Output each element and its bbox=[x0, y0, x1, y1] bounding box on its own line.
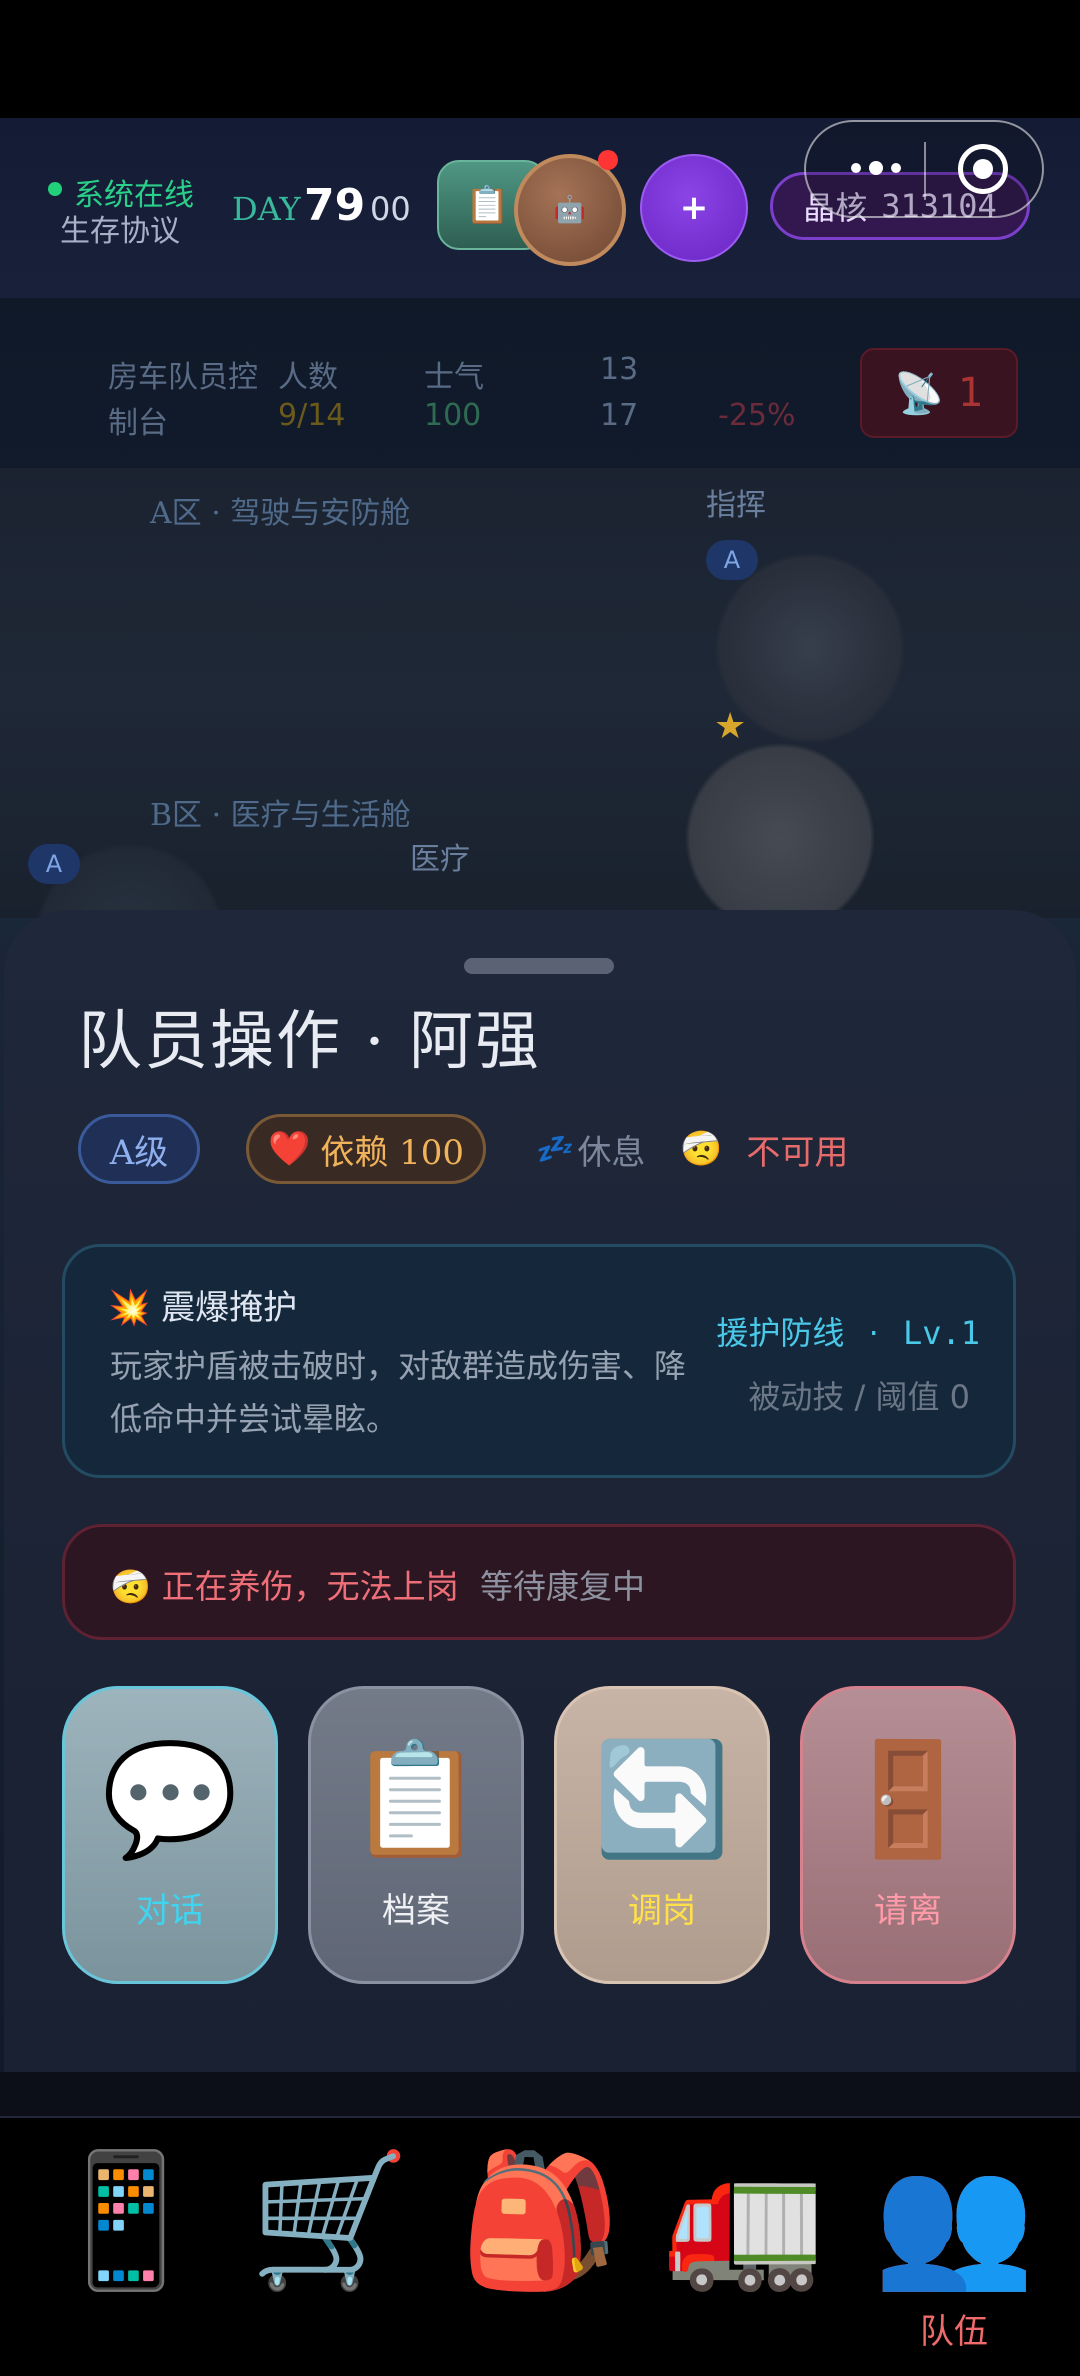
bg-count-label: 人数 bbox=[278, 360, 338, 395]
sheet-title: 队员操作 · 阿强 bbox=[78, 1005, 542, 1079]
zone-b-label: B区 · 医疗与生活舱 bbox=[150, 798, 411, 833]
capsule-divider bbox=[924, 142, 926, 200]
skill-line-dot: · bbox=[868, 1314, 879, 1352]
miniprogram-capsule bbox=[804, 120, 1044, 218]
grade-badge-command: A bbox=[706, 540, 758, 580]
star-icon: ★ bbox=[714, 706, 747, 747]
skill-line: 援护防线 · Lv.1 bbox=[716, 1308, 980, 1354]
backpack-icon: 🎒 bbox=[459, 2144, 621, 2296]
skill-line-name: 援护防线 bbox=[716, 1314, 845, 1352]
trust-badge: ❤️ 依赖 100 bbox=[246, 1114, 486, 1184]
bg-modifier: -25% bbox=[718, 398, 796, 433]
more-menu-icon[interactable] bbox=[836, 148, 916, 188]
skill-passive: 被动技 / 阈值 0 bbox=[748, 1378, 970, 1416]
zone-a-label: A区 · 驾驶与安防舱 bbox=[150, 496, 411, 531]
shopping-cart-icon: 🛒 bbox=[249, 2144, 411, 2296]
rest-status: 💤 休息 bbox=[534, 1124, 645, 1174]
skill-description: 玩家护盾被击破时，对敌群造成伤害、降低命中并尝试晕眩。 bbox=[110, 1347, 687, 1438]
profile-button[interactable]: 📋 档案 bbox=[308, 1686, 524, 1984]
injury-warning: 🤕 正在养伤，无法上岗 bbox=[110, 1560, 459, 1608]
clipboard-icon: 📋 bbox=[347, 1735, 485, 1863]
day-number: 79 bbox=[304, 180, 366, 231]
speech-bubble-icon: 💬 bbox=[101, 1735, 239, 1863]
add-button[interactable]: + bbox=[640, 154, 748, 262]
nav-vehicle[interactable]: 🚛 bbox=[654, 2140, 834, 2340]
injury-warning-sub: 等待康复中 bbox=[480, 1567, 645, 1606]
door-icon: 🚪 bbox=[839, 1735, 977, 1863]
radio-button[interactable]: 📡 1 bbox=[860, 348, 1018, 438]
swap-arrows-icon: 🔄 bbox=[593, 1735, 731, 1863]
clipboard-icon: 📋 bbox=[465, 185, 510, 226]
grade-badge: A级 bbox=[78, 1114, 200, 1184]
unavailable-status: 🤕 不可用 bbox=[680, 1124, 848, 1174]
injured-face-icon: 🤕 bbox=[680, 1129, 723, 1169]
nav-team-label: 队伍 bbox=[920, 2312, 988, 2352]
profile-label: 档案 bbox=[382, 1891, 450, 1931]
injured-face-icon: 🤕 bbox=[110, 1567, 152, 1606]
injury-warning-text: 正在养伤，无法上岗 bbox=[161, 1567, 459, 1606]
heart-icon: ❤️ bbox=[267, 1129, 311, 1169]
online-indicator-icon bbox=[48, 182, 62, 196]
nav-phone[interactable]: 📱 bbox=[36, 2140, 216, 2340]
phone-icon: 📱 bbox=[45, 2144, 207, 2296]
reassign-label: 调岗 bbox=[628, 1891, 696, 1931]
skill-level: Lv.1 bbox=[902, 1314, 980, 1352]
bg-count-value: 9/14 bbox=[278, 398, 346, 433]
people-icon: 👥 bbox=[873, 2144, 1035, 2296]
rest-text: 休息 bbox=[577, 1132, 646, 1173]
protocol-text: 生存协议 bbox=[60, 214, 180, 249]
nav-team[interactable]: 👥 队伍 bbox=[864, 2140, 1044, 2352]
command-label: 指挥 bbox=[706, 488, 766, 523]
skill-name: 💥 震爆掩护 bbox=[108, 1280, 297, 1329]
robot-assistant-button[interactable]: 🤖 bbox=[514, 154, 626, 266]
nav-shop[interactable]: 🛒 bbox=[240, 2140, 420, 2340]
notification-dot bbox=[598, 150, 618, 170]
robot-icon: 🤖 bbox=[553, 195, 587, 225]
bg-stat-b: 17 bbox=[600, 398, 639, 433]
bg-team-label: 房车队员控 bbox=[108, 360, 258, 395]
satellite-icon: 📡 bbox=[894, 370, 945, 417]
day-sub-counter: 00 bbox=[370, 190, 411, 228]
radio-count: 1 bbox=[958, 370, 984, 416]
reassign-button[interactable]: 🔄 调岗 bbox=[554, 1686, 770, 1984]
explosion-icon: 💥 bbox=[108, 1288, 151, 1328]
skill-name-text: 震爆掩护 bbox=[161, 1288, 298, 1328]
sheet-drag-handle[interactable] bbox=[464, 958, 614, 974]
sheet-bottom-edge bbox=[0, 2072, 1080, 2118]
bg-team-sub: 制台 bbox=[108, 406, 168, 441]
trust-text: 依赖 100 bbox=[320, 1132, 465, 1173]
talk-label: 对话 bbox=[136, 1891, 204, 1931]
close-target-icon[interactable] bbox=[958, 144, 1008, 194]
sleep-icon: 💤 bbox=[534, 1131, 572, 1167]
day-label: DAY bbox=[232, 190, 301, 228]
dismiss-label: 请离 bbox=[874, 1891, 942, 1931]
crew-scene bbox=[0, 468, 1080, 918]
talk-button[interactable]: 💬 对话 bbox=[62, 1686, 278, 1984]
truck-icon: 🚛 bbox=[663, 2144, 825, 2296]
bg-morale-value: 100 bbox=[424, 398, 482, 433]
medical-label: 医疗 bbox=[410, 842, 470, 877]
grade-badge-medical: A bbox=[28, 844, 80, 884]
unavailable-text: 不可用 bbox=[746, 1132, 849, 1173]
dismiss-button[interactable]: 🚪 请离 bbox=[800, 1686, 1016, 1984]
system-status-area bbox=[0, 0, 1080, 118]
bg-morale-label: 士气 bbox=[424, 360, 484, 395]
nav-backpack[interactable]: 🎒 bbox=[450, 2140, 630, 2340]
bg-stat-a: 13 bbox=[600, 352, 639, 387]
